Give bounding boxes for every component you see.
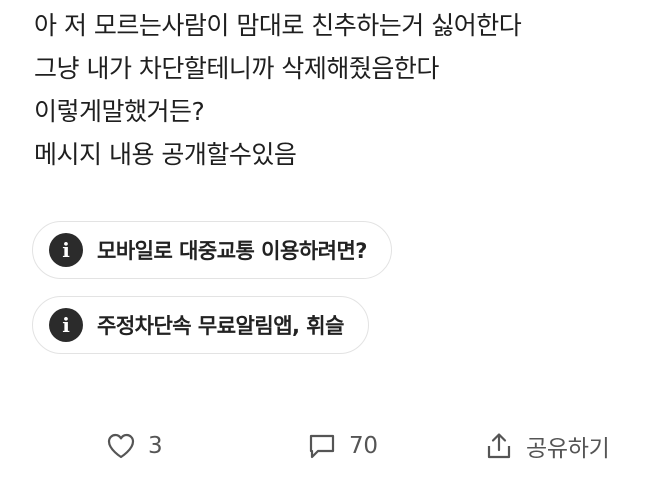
share-icon bbox=[484, 431, 514, 461]
post-actions-bar: 3 70 공유하기 bbox=[0, 420, 671, 472]
related-link-label: 모바일로 대중교통 이용하려면? bbox=[97, 239, 367, 263]
info-icon: i bbox=[49, 233, 83, 267]
related-link-chip[interactable]: i 주정차단속 무료알림앱, 휘슬 bbox=[32, 296, 369, 354]
post-text-line: 그냥 내가 차단할테니까 삭제해줬음한다 bbox=[34, 54, 439, 83]
related-link-chip[interactable]: i 모바일로 대중교통 이용하려면? bbox=[32, 221, 392, 279]
post-text-line: 아 저 모르는사람이 맘대로 친추하는거 싫어한다 bbox=[34, 11, 522, 40]
related-link-label: 주정차단속 무료알림앱, 휘슬 bbox=[97, 314, 344, 338]
post-text-line: 이렇게말했거든? bbox=[34, 97, 205, 126]
comment-count: 70 bbox=[349, 433, 378, 459]
like-button[interactable]: 3 bbox=[106, 420, 163, 472]
heart-icon bbox=[106, 432, 136, 460]
share-button[interactable]: 공유하기 bbox=[484, 420, 610, 472]
comment-button[interactable]: 70 bbox=[307, 420, 378, 472]
related-links: i 모바일로 대중교통 이용하려면? i 주정차단속 무료알림앱, 휘슬 bbox=[32, 221, 392, 371]
info-icon: i bbox=[49, 308, 83, 342]
comment-icon bbox=[307, 432, 337, 460]
post-text-line: 메시지 내용 공개할수있음 bbox=[34, 140, 297, 169]
like-count: 3 bbox=[148, 433, 163, 459]
share-label: 공유하기 bbox=[526, 436, 610, 462]
post-body: 아 저 모르는사람이 맘대로 친추하는거 싫어한다 그냥 내가 차단할테니까 삭… bbox=[34, 4, 654, 176]
